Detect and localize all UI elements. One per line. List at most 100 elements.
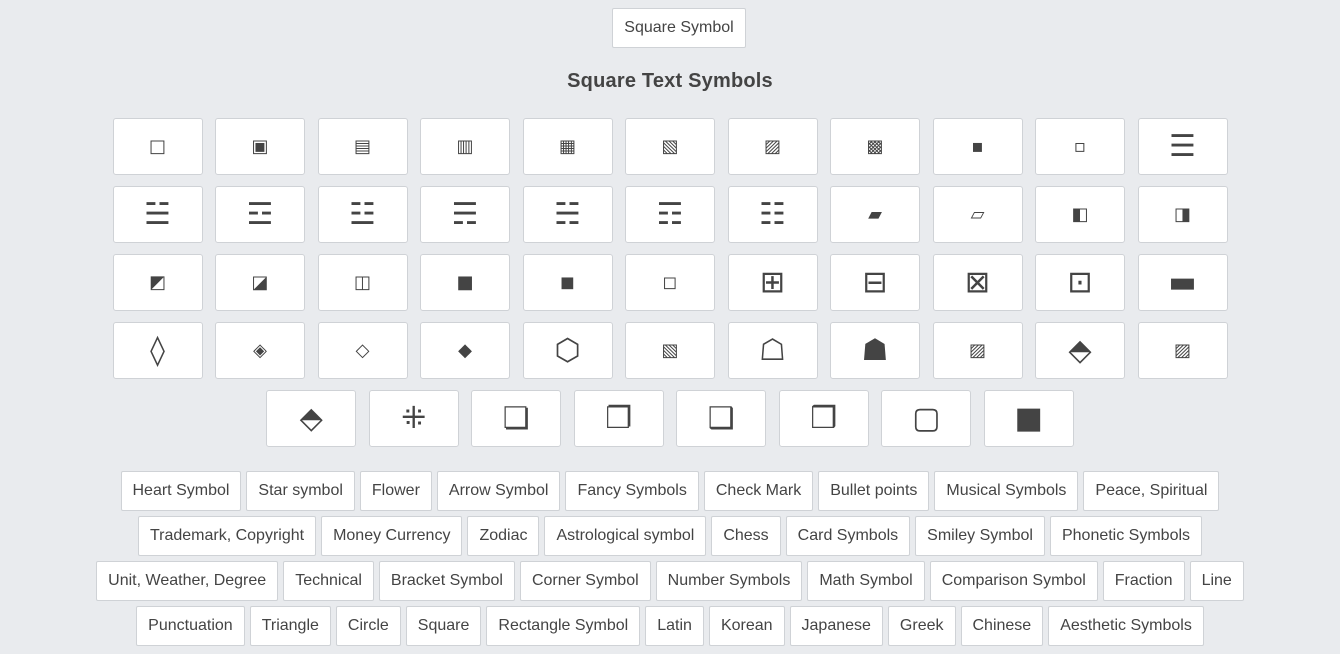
- symbol-cell[interactable]: ☲: [215, 186, 305, 243]
- symbol-cell[interactable]: ⊟: [830, 254, 920, 311]
- category-link[interactable]: Circle: [335, 606, 401, 646]
- symbol-cell[interactable]: ▨: [932, 322, 1023, 379]
- symbol-cell[interactable]: □: [112, 118, 203, 175]
- symbol-cell[interactable]: ☖: [727, 322, 818, 379]
- symbol-cell[interactable]: ◻: [625, 254, 715, 311]
- symbol-cell[interactable]: ☱: [112, 186, 203, 243]
- category-link[interactable]: Card Symbols: [785, 516, 911, 556]
- category-link[interactable]: Japanese: [789, 606, 883, 646]
- category-link-row: Unit, Weather, Degree Technical Bracket Sy…: [0, 561, 1340, 601]
- symbol-cell[interactable]: ⊞: [727, 254, 818, 311]
- category-link[interactable]: Flower: [359, 471, 432, 511]
- category-link[interactable]: Arrow Symbol: [436, 471, 561, 511]
- symbol-cell[interactable]: ❏: [471, 390, 562, 447]
- category-link[interactable]: Fancy Symbols: [565, 471, 699, 511]
- category-link[interactable]: Math Symbol: [807, 561, 925, 601]
- symbol-cell[interactable]: ▤: [317, 118, 408, 175]
- category-link-row: Heart Symbol Star symbol Flower Arrow Symbo…: [0, 471, 1340, 511]
- symbol-cell[interactable]: ◇: [317, 322, 408, 379]
- symbol-cell[interactable]: ◫: [317, 254, 408, 311]
- square-symbol-button[interactable]: Square Symbol: [612, 8, 746, 48]
- symbol-cell[interactable]: ☶: [625, 186, 715, 243]
- category-link[interactable]: Check Mark: [703, 471, 814, 511]
- category-link[interactable]: Comparison Symbol: [929, 561, 1098, 601]
- symbol-cell[interactable]: ▫: [1035, 118, 1125, 175]
- symbol-row: □ ▣ ▤ ▥ ▦ ▧ ▨ ▩ ▪ ▫ ☰: [0, 118, 1340, 175]
- category-link[interactable]: Punctuation: [136, 606, 245, 646]
- category-link[interactable]: Money Currency: [321, 516, 463, 556]
- symbol-cell[interactable]: ▢: [881, 390, 972, 447]
- symbol-cell[interactable]: ☗: [830, 322, 920, 379]
- symbol-cell[interactable]: ☷: [727, 186, 818, 243]
- symbol-cell[interactable]: ▪: [932, 118, 1023, 175]
- category-link[interactable]: Bracket Symbol: [378, 561, 515, 601]
- category-link[interactable]: Number Symbols: [655, 561, 803, 601]
- symbol-row: ☱ ☲ ☳ ☴ ☵ ☶ ☷ ▰ ▱ ◧ ◨: [0, 186, 1340, 243]
- symbol-cell[interactable]: ◨: [1137, 186, 1228, 243]
- symbol-cell[interactable]: ▣: [215, 118, 305, 175]
- page-title: Square Text Symbols: [567, 70, 773, 92]
- category-link[interactable]: Greek: [887, 606, 956, 646]
- category-link-row: Trademark, Copyright Money Currency Zodiac…: [0, 516, 1340, 556]
- symbol-cell[interactable]: ◧: [1035, 186, 1125, 243]
- symbol-cell[interactable]: ⊡: [1035, 254, 1125, 311]
- symbol-cell[interactable]: ⬘: [266, 390, 357, 447]
- category-link[interactable]: Fraction: [1102, 561, 1185, 601]
- symbol-cell[interactable]: ⬘: [1035, 322, 1125, 379]
- symbol-row: ◩ ◪ ◫ ■ ◼ ◻ ⊞ ⊟ ⊠ ⊡ ▬: [0, 254, 1340, 311]
- symbol-cell[interactable]: ⁜: [368, 390, 459, 447]
- symbol-cell[interactable]: ❑: [676, 390, 767, 447]
- category-link[interactable]: Musical Symbols: [934, 471, 1079, 511]
- category-link[interactable]: Smiley Symbol: [915, 516, 1045, 556]
- category-link[interactable]: Zodiac: [467, 516, 540, 556]
- category-link[interactable]: Chinese: [960, 606, 1044, 646]
- symbol-cell[interactable]: ▨: [1137, 322, 1228, 379]
- symbol-row: ◊ ◈ ◇ ◆ ⬡ ▧ ☖ ☗ ▨ ⬘ ▨: [0, 322, 1340, 379]
- category-link[interactable]: Trademark, Copyright: [137, 516, 317, 556]
- category-link[interactable]: Latin: [645, 606, 704, 646]
- symbol-cell[interactable]: ❒: [778, 390, 869, 447]
- category-link[interactable]: Korean: [708, 606, 785, 646]
- category-link[interactable]: Chess: [711, 516, 781, 556]
- symbol-cell[interactable]: ▩: [830, 118, 920, 175]
- category-link-row: Punctuation Triangle Circle Square Rectangle…: [0, 606, 1340, 646]
- category-link[interactable]: Star symbol: [246, 471, 355, 511]
- symbol-cell[interactable]: ☳: [317, 186, 408, 243]
- symbol-cell[interactable]: ▱: [932, 186, 1023, 243]
- category-link[interactable]: Corner Symbol: [519, 561, 651, 601]
- category-link[interactable]: Technical: [283, 561, 374, 601]
- symbol-cell[interactable]: ▧: [625, 118, 715, 175]
- symbol-cell[interactable]: ▬: [1137, 254, 1228, 311]
- category-link[interactable]: Unit, Weather, Degree: [96, 561, 279, 601]
- symbol-row: ⬘ ⁜ ❏ ❐ ❑ ❒ ▢ ■: [0, 390, 1340, 447]
- symbol-cell[interactable]: ▰: [830, 186, 920, 243]
- symbol-cell[interactable]: ■: [420, 254, 510, 311]
- category-link[interactable]: Triangle: [249, 606, 331, 646]
- symbol-cell[interactable]: ▦: [522, 118, 613, 175]
- symbol-cell[interactable]: ▨: [727, 118, 818, 175]
- symbol-cell[interactable]: ■: [983, 390, 1074, 447]
- symbol-cell[interactable]: ▥: [420, 118, 510, 175]
- symbol-cell[interactable]: ⬡: [522, 322, 613, 379]
- symbol-cell[interactable]: ◆: [420, 322, 510, 379]
- symbol-cell[interactable]: ◈: [215, 322, 305, 379]
- symbol-cell[interactable]: ▧: [625, 322, 715, 379]
- category-link[interactable]: Square: [405, 606, 482, 646]
- symbol-cell[interactable]: ◩: [112, 254, 203, 311]
- category-link[interactable]: Line: [1189, 561, 1244, 601]
- symbol-cell[interactable]: ❐: [573, 390, 664, 447]
- symbol-cell[interactable]: ☰: [1137, 118, 1228, 175]
- symbol-cell[interactable]: ⊠: [932, 254, 1023, 311]
- symbol-cell[interactable]: ◊: [112, 322, 203, 379]
- category-link[interactable]: Bullet points: [818, 471, 930, 511]
- category-link[interactable]: Phonetic Symbols: [1049, 516, 1203, 556]
- symbol-cell[interactable]: ◪: [215, 254, 305, 311]
- symbol-cell[interactable]: ◼: [522, 254, 613, 311]
- symbol-cell[interactable]: ☵: [522, 186, 613, 243]
- category-link[interactable]: Astrological symbol: [544, 516, 707, 556]
- symbol-cell[interactable]: ☴: [420, 186, 510, 243]
- category-link[interactable]: Rectangle Symbol: [486, 606, 641, 646]
- category-link[interactable]: Aesthetic Symbols: [1048, 606, 1204, 646]
- category-link[interactable]: Heart Symbol: [120, 471, 242, 511]
- category-link[interactable]: Peace, Spiritual: [1083, 471, 1220, 511]
